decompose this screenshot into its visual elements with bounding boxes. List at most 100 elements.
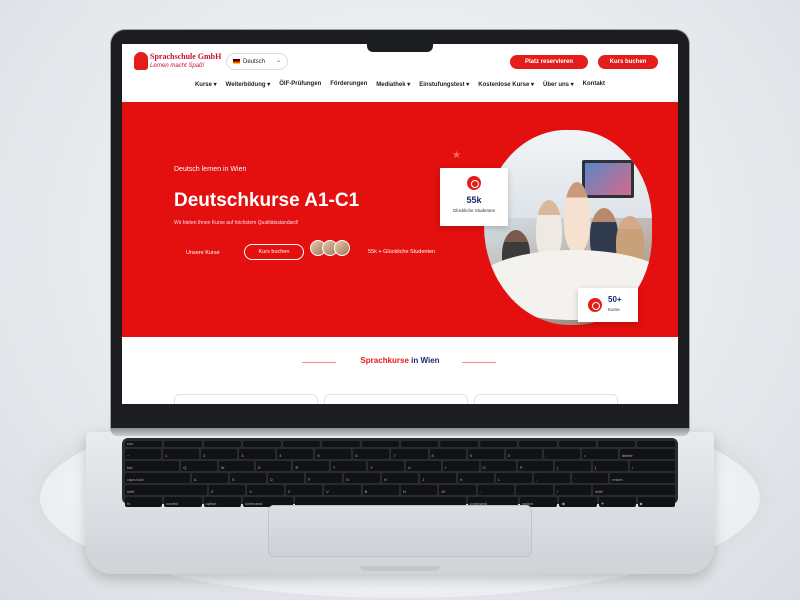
- keyboard-key: ': [572, 473, 609, 483]
- site-header: Sprachschule GmbH Lernen macht Spaß! Deu…: [122, 44, 678, 102]
- keyboard-key: C: [285, 485, 323, 495]
- main-navigation: Kurse ▾ Weiterbildung ▾ ÖIF-Prüfungen Fö…: [122, 81, 678, 88]
- nav-item-einstufungstest[interactable]: Einstufungstest ▾: [419, 81, 469, 88]
- hero-book-course-button[interactable]: Kurs buchen: [244, 244, 304, 260]
- course-card[interactable]: [174, 394, 318, 404]
- section-title-blue: in Wien: [411, 356, 440, 365]
- keyboard-key: 7: [391, 449, 428, 459]
- keyboard-key: -: [543, 449, 580, 459]
- keyboard-key: Q: [181, 461, 217, 471]
- keyboard-key: /: [554, 485, 592, 495]
- tv-screen: [582, 160, 634, 198]
- keyboard-key: R: [293, 461, 329, 471]
- keyboard-key: [519, 441, 557, 447]
- laptop-hinge: [111, 428, 689, 436]
- keyboard-key: H: [382, 473, 419, 483]
- nav-item-ueber-uns[interactable]: Über uns ▾: [543, 81, 574, 88]
- course-card[interactable]: [474, 394, 618, 404]
- hero-section: ★ Deutsch lernen in Wien Deutschkurse A1…: [122, 102, 678, 337]
- keyboard-key: F: [305, 473, 342, 483]
- keyboard-key: V: [324, 485, 361, 495]
- camera-notch: [367, 40, 433, 52]
- nav-item-kurse[interactable]: Kurse ▾: [195, 81, 217, 88]
- keyboard-key: return: [610, 473, 676, 483]
- keyboard-key: 1: [163, 449, 200, 459]
- keyboard-key: M: [439, 485, 476, 495]
- keyboard-key: ]: [592, 461, 629, 471]
- keyboard-key: shift: [593, 485, 676, 495]
- keyboard-key: [637, 441, 675, 447]
- keyboard-key: Y: [368, 461, 404, 471]
- keyboard-key: 8: [429, 449, 466, 459]
- person: [564, 182, 590, 252]
- keyboard-key: 9: [467, 449, 504, 459]
- keyboard-key: caps lock: [125, 473, 190, 483]
- keyboard-key: L: [496, 473, 533, 483]
- keyboard-key: 2: [201, 449, 238, 459]
- keyboard-key: ~: [125, 449, 162, 459]
- hero-subtitle: Wir bieten Ihnen Kurse auf höchstem Qual…: [174, 220, 299, 226]
- keyboard-key: U: [405, 461, 442, 471]
- keyboard-key: ▼: [598, 497, 636, 507]
- hero-title: Deutschkurse A1-C1: [174, 190, 360, 211]
- courses-label: Kurse: [608, 307, 620, 312]
- keyboard-key: ▶: [637, 497, 676, 507]
- students-icon: [467, 176, 481, 190]
- nav-item-mediathek[interactable]: Mediathek ▾: [376, 81, 410, 88]
- site-logo[interactable]: Sprachschule GmbH Lernen macht Spaß!: [134, 52, 224, 78]
- keyboard-key: Z: [208, 485, 246, 495]
- nav-item-weiterbildung[interactable]: Weiterbildung ▾: [226, 81, 271, 88]
- star-decoration-icon: ★: [452, 150, 461, 161]
- keyboard-key: I: [443, 461, 479, 471]
- nav-item-foerderungen[interactable]: Förderungen: [330, 81, 367, 88]
- keyboard-key: [164, 441, 202, 447]
- keyboard-key: 3: [239, 449, 276, 459]
- language-selector[interactable]: Deutsch ⌄: [226, 53, 288, 70]
- german-flag-icon: [233, 59, 240, 64]
- keyboard-key: \: [630, 461, 675, 471]
- keyboard-row-numbers: ~1 2 3 4 5 6 7 8 9 0- = delete: [125, 449, 676, 459]
- laptop-screen: Sprachschule GmbH Lernen macht Spaß! Deu…: [122, 44, 678, 404]
- keyboard-key: N: [401, 485, 438, 495]
- keyboard-row-function: esc: [125, 441, 675, 447]
- students-stat-card: 55k Glückliche Studenten: [440, 168, 508, 226]
- keyboard-key: S: [229, 473, 266, 483]
- keyboard-key: K: [458, 473, 495, 483]
- keyboard-row-shift: shift Z X C V B N M,. / shift: [125, 485, 676, 495]
- logo-tagline: Lernen macht Spaß!: [150, 63, 205, 69]
- keyboard-key: ◀: [559, 497, 597, 507]
- keyboard-key: E: [256, 461, 292, 471]
- keyboard-key: .: [516, 485, 553, 495]
- courses-count: 50+: [608, 295, 622, 304]
- keyboard-key: D: [267, 473, 304, 483]
- keyboard-key: ,: [477, 485, 515, 495]
- keyboard-key: [203, 441, 242, 447]
- keyboard-key: P: [517, 461, 554, 471]
- logo-mark-icon: [134, 52, 148, 70]
- trackpad[interactable]: [268, 505, 532, 557]
- keyboard-key: [440, 441, 478, 447]
- keyboard-key: [558, 441, 597, 447]
- keyboard-key: control: [164, 497, 202, 507]
- keyboard-key: X: [247, 485, 284, 495]
- keyboard-key: B: [362, 485, 400, 495]
- keyboard-key: fn: [125, 497, 163, 507]
- book-course-button[interactable]: Kurs buchen: [598, 55, 658, 69]
- nav-item-kostenlose-kurse[interactable]: Kostenlose Kurse ▾: [478, 81, 534, 88]
- nav-item-kontakt[interactable]: Kontakt: [583, 81, 605, 88]
- course-card[interactable]: [324, 394, 468, 404]
- our-courses-link[interactable]: Unsere Kurse: [186, 250, 220, 256]
- keyboard-key: G: [343, 473, 380, 483]
- keyboard-key: [598, 441, 636, 447]
- keyboard-key: [479, 441, 518, 447]
- reserve-seat-button[interactable]: Platz reservieren: [510, 55, 588, 69]
- happy-students-text: 55k + Glückliche Studenten: [368, 249, 436, 255]
- nav-item-oeif-pruefungen[interactable]: ÖIF-Prüfungen: [279, 81, 321, 88]
- keyboard-key: T: [330, 461, 367, 471]
- avatar: [334, 240, 350, 256]
- logo-name: Sprachschule GmbH: [150, 52, 222, 61]
- keyboard-key: [282, 441, 321, 447]
- keyboard: esc ~1 2 3 4 5 6 7 8 9 0- = delete tab Q W E R T Y U I O P[] \…: [122, 438, 678, 507]
- keyboard-key: ;: [534, 473, 571, 483]
- keyboard-key: delete: [619, 449, 676, 459]
